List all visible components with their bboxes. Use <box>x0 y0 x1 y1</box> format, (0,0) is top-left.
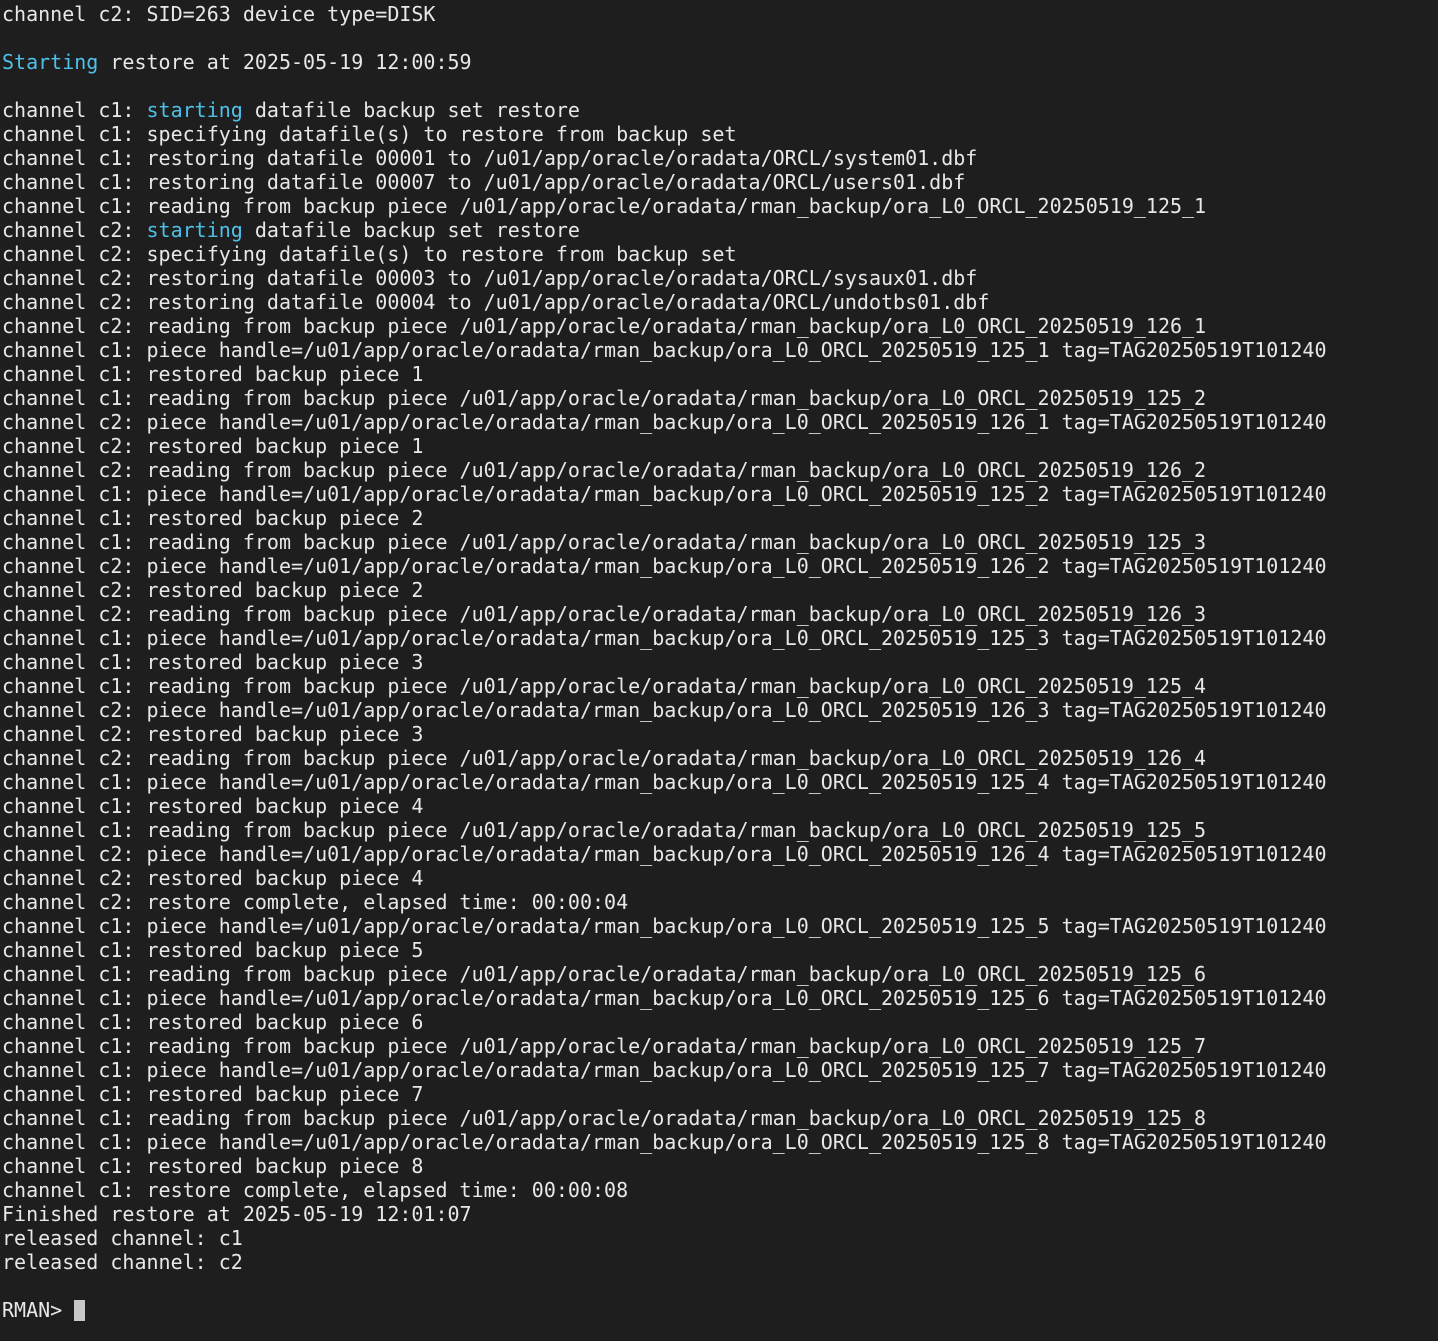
output-line: channel c1: specifying datafile(s) to re… <box>2 122 737 146</box>
output-line: channel c2: piece handle=/u01/app/oracle… <box>2 410 1327 434</box>
output-line: channel c1: restored backup piece 7 <box>2 1082 424 1106</box>
output-line: channel c1: piece handle=/u01/app/oracle… <box>2 986 1327 1010</box>
output-line: channel c2: starting datafile backup set… <box>2 218 1438 242</box>
output-line: channel c1: restored backup piece 2 <box>2 506 424 530</box>
output-line: channel c1: reading from backup piece /u… <box>2 194 1207 218</box>
rman-prompt: RMAN> <box>2 1298 75 1322</box>
highlighted-keyword: Starting <box>2 50 99 74</box>
output-line: Finished restore at 2025-05-19 12:01:07 <box>2 1202 472 1226</box>
output-line: channel c1: reading from backup piece /u… <box>2 530 1207 554</box>
highlighted-keyword: starting <box>146 218 243 242</box>
output-line: channel c2: restore complete, elapsed ti… <box>2 890 629 914</box>
output-line: channel c2: reading from backup piece /u… <box>2 746 1207 770</box>
output-line: channel c1: restored backup piece 3 <box>2 650 424 674</box>
output-line: channel c2: reading from backup piece /u… <box>2 602 1207 626</box>
output-line: channel c2: specifying datafile(s) to re… <box>2 242 737 266</box>
output-line: channel c1: piece handle=/u01/app/oracle… <box>2 1130 1327 1154</box>
output-line: channel c2: reading from backup piece /u… <box>2 314 1207 338</box>
terminal-output: channel c2: SID=263 device type=DISK Star… <box>2 2 1438 1298</box>
output-line: channel c2: restoring datafile 00004 to … <box>2 290 990 314</box>
output-line: channel c1: restored backup piece 5 <box>2 938 424 962</box>
output-line: channel c1: piece handle=/u01/app/oracle… <box>2 1058 1327 1082</box>
output-line: channel c2: piece handle=/u01/app/oracle… <box>2 842 1327 866</box>
output-line: channel c2: reading from backup piece /u… <box>2 458 1207 482</box>
output-line: channel c1: restore complete, elapsed ti… <box>2 1178 629 1202</box>
output-line: channel c1: restoring datafile 00001 to … <box>2 146 978 170</box>
output-line: Starting restore at 2025-05-19 12:00:59 <box>2 50 1438 74</box>
output-line: channel c1: reading from backup piece /u… <box>2 818 1207 842</box>
output-line: channel c2: SID=263 device type=DISK <box>2 2 436 26</box>
output-line: channel c1: piece handle=/u01/app/oracle… <box>2 914 1327 938</box>
output-line: channel c1: reading from backup piece /u… <box>2 674 1207 698</box>
line-rest: restore at 2025-05-19 12:00:59 <box>98 50 472 74</box>
output-line: channel c2: restored backup piece 3 <box>2 722 424 746</box>
output-line: released channel: c2 <box>2 1250 243 1274</box>
line-prefix: channel c1: <box>2 98 147 122</box>
output-line: channel c1: restored backup piece 6 <box>2 1010 424 1034</box>
output-line: channel c1: starting datafile backup set… <box>2 98 1438 122</box>
output-line: channel c2: restored backup piece 4 <box>2 866 424 890</box>
output-line: channel c1: restoring datafile 00007 to … <box>2 170 966 194</box>
output-line: channel c1: piece handle=/u01/app/oracle… <box>2 626 1327 650</box>
output-line: channel c1: reading from backup piece /u… <box>2 386 1207 410</box>
output-line: channel c1: reading from backup piece /u… <box>2 1106 1207 1130</box>
line-rest: datafile backup set restore <box>242 98 580 122</box>
line-prefix: channel c2: <box>2 218 147 242</box>
output-line: channel c1: restored backup piece 8 <box>2 1154 424 1178</box>
output-line: channel c1: restored backup piece 1 <box>2 362 424 386</box>
output-line: channel c1: reading from backup piece /u… <box>2 962 1207 986</box>
output-line: channel c1: restored backup piece 4 <box>2 794 424 818</box>
line-rest: datafile backup set restore <box>242 218 580 242</box>
output-line: channel c2: restoring datafile 00003 to … <box>2 266 978 290</box>
output-line: channel c2: piece handle=/u01/app/oracle… <box>2 698 1327 722</box>
output-line: channel c1: piece handle=/u01/app/oracle… <box>2 482 1327 506</box>
terminal-window[interactable]: channel c2: SID=263 device type=DISK Star… <box>0 0 1438 1341</box>
prompt-line[interactable]: RMAN> <box>2 1298 1438 1322</box>
output-line: channel c1: piece handle=/u01/app/oracle… <box>2 338 1327 362</box>
output-line: channel c1: reading from backup piece /u… <box>2 1034 1207 1058</box>
output-line: channel c2: restored backup piece 1 <box>2 434 424 458</box>
output-line: released channel: c1 <box>2 1226 243 1250</box>
output-line: channel c2: piece handle=/u01/app/oracle… <box>2 554 1327 578</box>
text-cursor <box>74 1300 86 1321</box>
highlighted-keyword: starting <box>146 98 243 122</box>
output-line: channel c2: restored backup piece 2 <box>2 578 424 602</box>
output-line: channel c1: piece handle=/u01/app/oracle… <box>2 770 1327 794</box>
